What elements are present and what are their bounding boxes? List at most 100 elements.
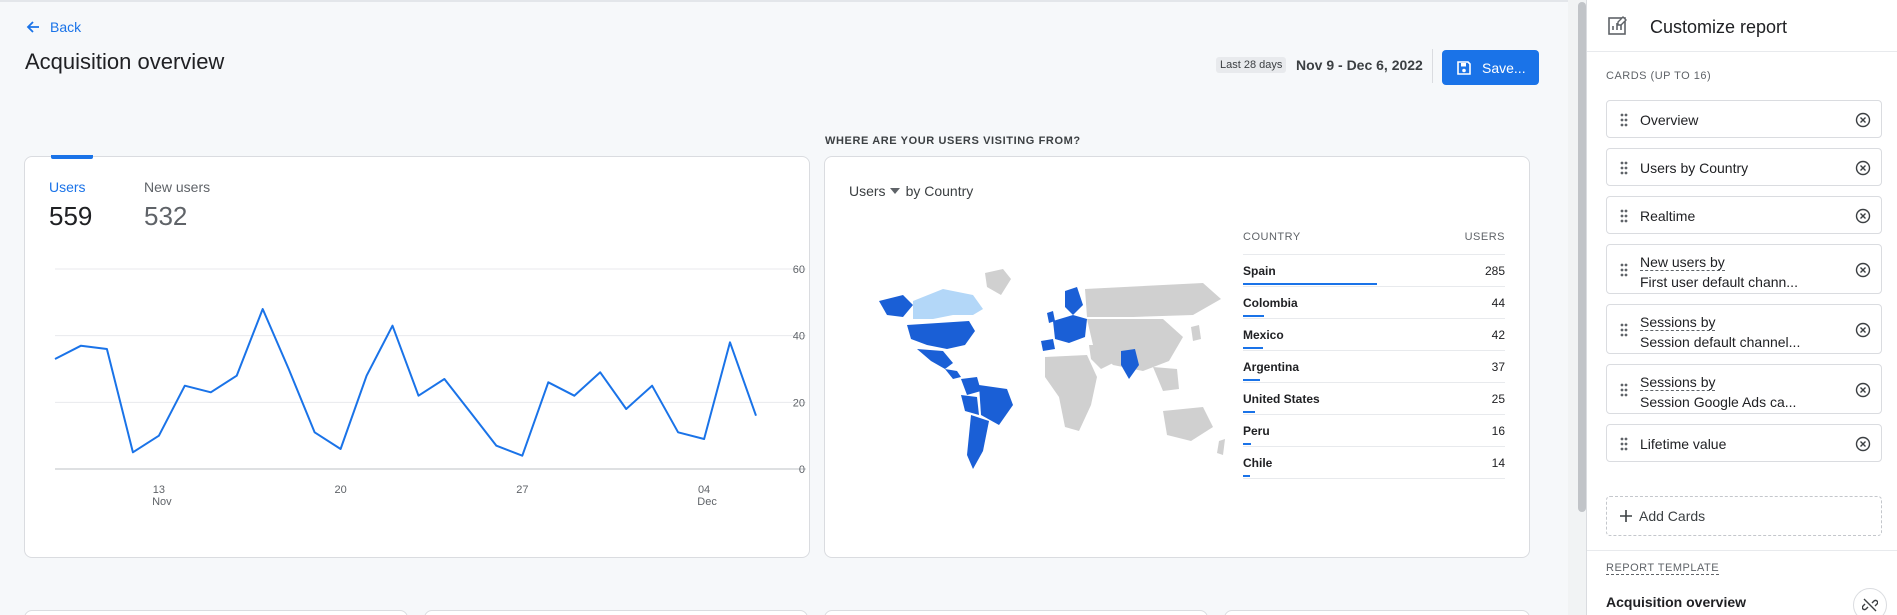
date-divider [1432, 49, 1433, 83]
dimension-row: Users by Country [849, 183, 973, 199]
country-row[interactable]: Colombia 44 [1243, 287, 1505, 319]
report-template-name: Acquisition overview [1606, 594, 1747, 610]
map-australia [1163, 407, 1213, 441]
page-scrollbar[interactable] [1578, 2, 1586, 512]
remove-card-icon[interactable] [1855, 382, 1871, 398]
report-card-label: Sessions by Session Google Ads ca... [1640, 374, 1796, 412]
report-card-subtitle: Session default channel... [1640, 334, 1801, 350]
unlink-template-button[interactable] [1853, 588, 1887, 615]
country-row[interactable]: Argentina 37 [1243, 351, 1505, 383]
report-card-title: Sessions by [1640, 314, 1716, 331]
x-tick-label: 27 [516, 484, 528, 496]
country-users-value: 16 [1491, 424, 1505, 438]
map-se-asia [1153, 367, 1179, 391]
drag-handle-icon[interactable] [1619, 209, 1629, 223]
country-users-value: 37 [1491, 360, 1505, 374]
country-row[interactable]: Chile 14 [1243, 447, 1505, 479]
report-card-item[interactable]: New users by First user default chann... [1606, 244, 1882, 294]
customize-chart-icon [1608, 16, 1627, 35]
report-main-area: Back Acquisition overview Last 28 days N… [0, 0, 1568, 615]
country-users-value: 14 [1491, 456, 1505, 470]
report-card-label: Overview [1640, 112, 1698, 128]
country-row[interactable]: Spain 285 [1243, 255, 1505, 287]
series-line-users [54, 308, 757, 457]
report-card-item[interactable]: Users by Country [1606, 148, 1882, 186]
country-share-bar [1243, 411, 1255, 413]
country-users-value: 25 [1491, 392, 1505, 406]
date-range-picker[interactable]: Nov 9 - Dec 6, 2022 [1296, 57, 1423, 73]
report-template-title: REPORT TEMPLATE [1606, 562, 1720, 575]
save-button[interactable]: Save... [1442, 50, 1539, 85]
y-tick-label: 20 [793, 397, 805, 409]
x-tick-month-label: Nov [152, 496, 172, 508]
report-card-label: Realtime [1640, 208, 1695, 224]
report-card-subtitle: Session Google Ads ca... [1640, 394, 1797, 410]
country-users-value: 285 [1484, 264, 1505, 278]
y-tick-label: 0 [799, 464, 805, 476]
x-tick-month-label: Dec [697, 496, 717, 508]
map-spain [1041, 339, 1055, 351]
country-share-bar [1243, 475, 1250, 477]
remove-card-icon[interactable] [1855, 112, 1871, 128]
country-row[interactable]: Peru 16 [1243, 415, 1505, 447]
back-label: Back [50, 19, 82, 35]
metric-dropdown-label: Users [849, 183, 886, 199]
remove-card-icon[interactable] [1855, 208, 1871, 224]
caret-down-icon [889, 188, 900, 194]
report-card-item[interactable]: Lifetime value [1606, 424, 1882, 462]
remove-card-icon[interactable] [1855, 160, 1871, 176]
arrow-left-icon [26, 21, 39, 33]
add-cards-button[interactable]: Add Cards [1606, 496, 1882, 536]
bottom-card [24, 610, 408, 615]
map-mexico [917, 349, 953, 369]
date-preset-chip[interactable]: Last 28 days [1216, 57, 1287, 73]
report-card-item[interactable]: Realtime [1606, 196, 1882, 234]
map-usa [907, 321, 975, 349]
metric-dropdown[interactable]: Users [849, 183, 906, 199]
country-users-value: 44 [1491, 296, 1505, 310]
country-share-bar [1243, 347, 1263, 349]
page-title: Acquisition overview [25, 49, 225, 74]
report-card-label: New users by First user default chann... [1640, 254, 1798, 292]
report-card-label: Sessions by Session default channel... [1640, 314, 1800, 352]
drag-handle-icon[interactable] [1619, 263, 1629, 277]
drag-handle-icon[interactable] [1619, 113, 1629, 127]
report-card-subtitle: First user default chann... [1640, 274, 1798, 290]
country-table-header: COUNTRY USERS [1243, 229, 1505, 255]
report-card-item[interactable]: Sessions by Session Google Ads ca... [1606, 364, 1882, 414]
plus-icon [1620, 510, 1632, 522]
remove-card-icon[interactable] [1855, 322, 1871, 338]
remove-card-icon[interactable] [1855, 262, 1871, 278]
country-row[interactable]: United States 25 [1243, 383, 1505, 415]
y-tick-label: 60 [793, 264, 805, 276]
add-cards-label: Add Cards [1639, 508, 1706, 524]
dimension-suffix: by Country [905, 183, 974, 199]
drag-handle-icon[interactable] [1619, 161, 1629, 175]
country-share-bar [1243, 315, 1264, 317]
x-tick-label: 20 [334, 484, 346, 496]
drag-handle-icon[interactable] [1619, 383, 1629, 397]
users-line-chart: 60 40 20 0 13Nov 20 27 04Dec [54, 264, 806, 508]
panel-header: Customize report [1587, 0, 1897, 52]
back-link[interactable]: Back [26, 19, 81, 35]
map-scandinavia [1065, 287, 1083, 315]
drag-handle-icon[interactable] [1619, 323, 1629, 337]
map-central-america [945, 369, 961, 379]
y-tick-label: 40 [793, 331, 805, 343]
report-card-title: Realtime [1640, 208, 1696, 224]
map-peru [961, 395, 979, 415]
drag-handle-icon[interactable] [1619, 437, 1629, 451]
x-tick-label: 04 [698, 484, 710, 496]
map-alaska [879, 295, 913, 317]
map-canada [913, 289, 983, 319]
country-card: Users by Country COUNTRY USERS Spain 285… [824, 156, 1530, 558]
overview-card: Users 559 New users 532 60 40 20 0 13 Nov 20 27… [24, 155, 810, 558]
report-card-item[interactable]: Overview [1606, 100, 1882, 138]
map-russia [1085, 283, 1221, 317]
report-card-title: Sessions by [1640, 374, 1716, 391]
country-users-value: 42 [1491, 328, 1505, 342]
remove-card-icon[interactable] [1855, 436, 1871, 452]
country-share-bar [1243, 283, 1377, 285]
report-card-item[interactable]: Sessions by Session default channel... [1606, 304, 1882, 354]
country-row[interactable]: Mexico 42 [1243, 319, 1505, 351]
